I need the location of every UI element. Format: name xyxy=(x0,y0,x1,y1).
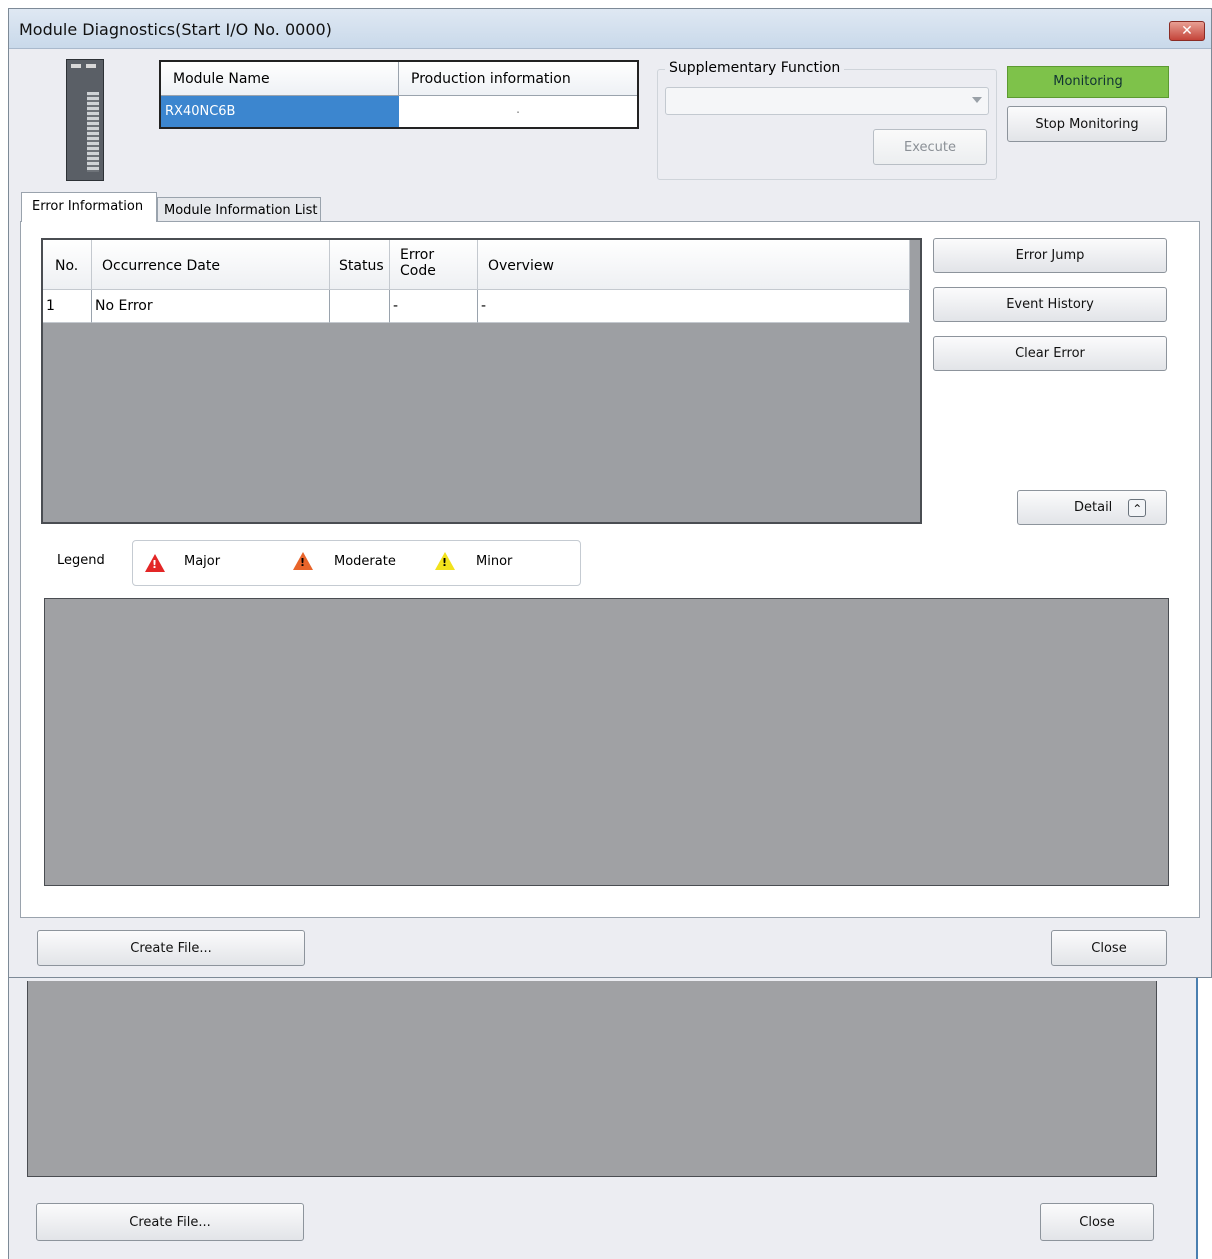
legend-label: Legend xyxy=(57,553,105,568)
window-close-button[interactable]: ✕ xyxy=(1169,21,1205,41)
module-image xyxy=(66,59,104,181)
create-file-button[interactable]: Create File... xyxy=(37,930,305,966)
module-name-cell[interactable]: RX40NC6B xyxy=(161,96,399,127)
legend-minor-label: Minor xyxy=(476,554,513,569)
cell-no[interactable]: 1 xyxy=(43,290,92,323)
error-list-table[interactable]: No. Occurrence Date Status Error Code Ov… xyxy=(41,238,922,524)
close-button[interactable]: Close xyxy=(1051,930,1167,966)
tab-module-information-list[interactable]: Module Information List xyxy=(157,197,321,222)
col-header-no[interactable]: No. xyxy=(43,240,92,290)
col-header-error-code-line1: Error xyxy=(400,247,435,263)
supplementary-function-label: Supplementary Function xyxy=(665,60,845,76)
title-bar: Module Diagnostics(Start I/O No. 0000) ✕ xyxy=(9,9,1211,49)
module-name-header: Module Name xyxy=(161,62,399,96)
minor-error-icon: ! xyxy=(435,552,455,570)
error-detail-pane xyxy=(44,598,1169,886)
col-header-occurrence-date[interactable]: Occurrence Date xyxy=(92,240,330,290)
major-error-icon: ! xyxy=(145,554,165,572)
monitoring-status-indicator: Monitoring xyxy=(1007,66,1169,98)
stop-monitoring-button[interactable]: Stop Monitoring xyxy=(1007,106,1167,142)
production-info-cell[interactable]: . xyxy=(399,96,637,127)
clear-error-button[interactable]: Clear Error xyxy=(933,336,1167,371)
cell-status[interactable] xyxy=(330,290,390,323)
module-info-table: Module Name Production information RX40N… xyxy=(159,60,639,129)
event-history-button[interactable]: Event History xyxy=(933,287,1167,322)
chevron-down-icon xyxy=(972,97,982,103)
moderate-error-icon: ! xyxy=(293,552,313,570)
chevron-up-icon: ⌃ xyxy=(1128,498,1147,517)
close-icon: ✕ xyxy=(1181,23,1193,39)
background-close-button[interactable]: Close xyxy=(1040,1203,1154,1241)
detail-label: Detail xyxy=(1074,500,1113,515)
legend-major-label: Major xyxy=(184,554,221,569)
detail-button[interactable]: Detail ⌃ xyxy=(1017,490,1167,525)
legend-box: ! Major ! Moderate ! Minor xyxy=(132,540,581,586)
error-jump-button[interactable]: Error Jump xyxy=(933,238,1167,273)
execute-button[interactable]: Execute xyxy=(873,129,987,165)
production-info-header: Production information xyxy=(399,62,637,96)
legend-moderate-label: Moderate xyxy=(334,554,396,569)
cell-overview[interactable]: - xyxy=(478,290,910,323)
col-header-error-code[interactable]: Error Code xyxy=(390,240,478,290)
tab-error-information[interactable]: Error Information xyxy=(21,192,157,222)
col-header-status[interactable]: Status xyxy=(330,240,390,290)
module-diagnostics-window: Module Diagnostics(Start I/O No. 0000) ✕… xyxy=(8,8,1212,978)
supplementary-function-dropdown[interactable] xyxy=(665,87,989,115)
col-header-error-code-line2: Code xyxy=(400,263,436,279)
background-create-file-button[interactable]: Create File... xyxy=(36,1203,304,1241)
cell-occurrence-date[interactable]: No Error xyxy=(92,290,330,323)
background-detail-pane xyxy=(27,981,1157,1177)
cell-error-code[interactable]: - xyxy=(390,290,478,323)
col-header-overview[interactable]: Overview xyxy=(478,240,910,290)
window-title: Module Diagnostics(Start I/O No. 0000) xyxy=(19,20,332,39)
